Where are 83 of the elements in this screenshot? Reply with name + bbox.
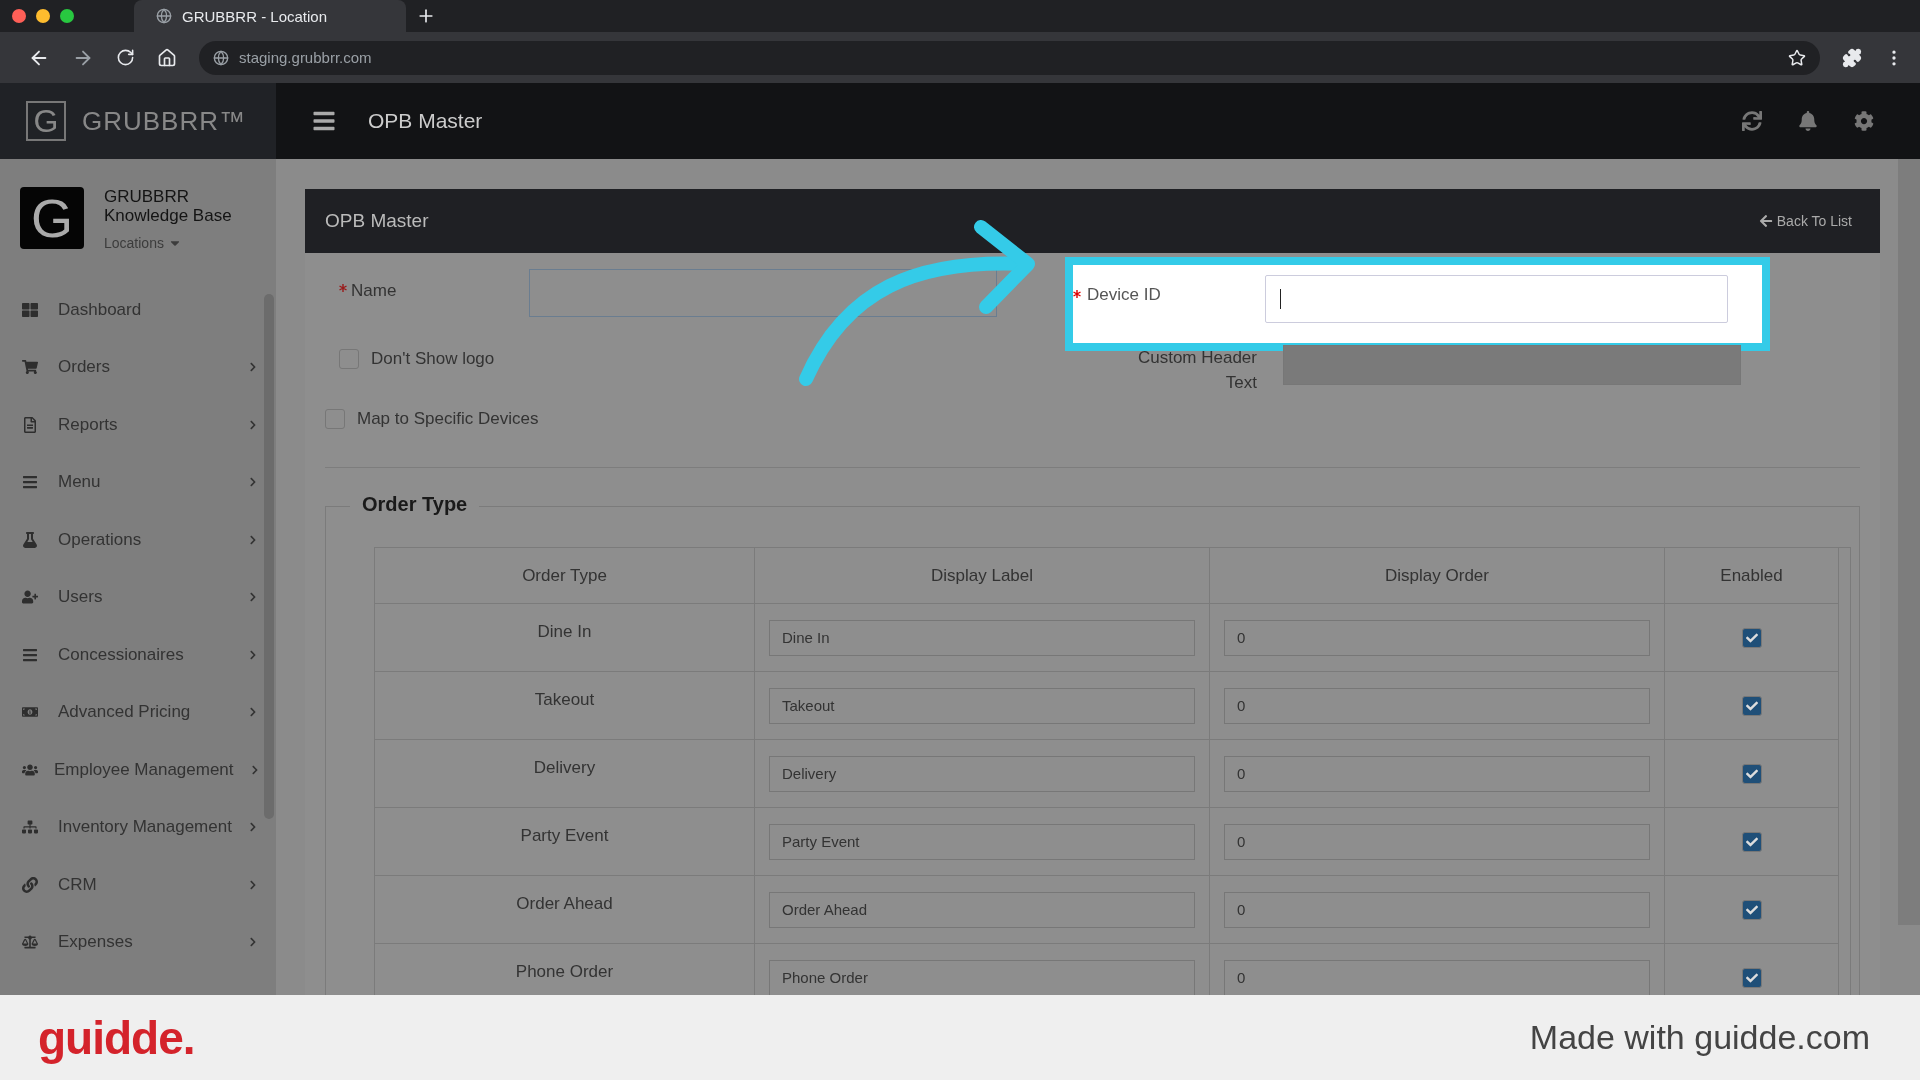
table-cell: Delivery <box>375 740 755 808</box>
footer-logo: guidde. <box>38 1010 195 1065</box>
org-name: GRUBBRR Knowledge Base <box>104 187 233 225</box>
column-header: Display Order <box>1210 548 1665 604</box>
checkmark-icon <box>1745 903 1758 916</box>
display-label-input[interactable]: Order Ahead <box>769 891 1195 928</box>
refresh-icon[interactable] <box>1742 111 1762 131</box>
table-cell: Takeout <box>375 672 755 740</box>
checkbox-label: Map to Specific Devices <box>357 409 539 429</box>
settings-icon[interactable] <box>1854 111 1874 131</box>
field-label: Device ID <box>1086 284 1162 305</box>
close-window-icon[interactable] <box>12 9 26 23</box>
section-title: Order Type <box>350 493 480 516</box>
locations-dropdown[interactable]: Locations <box>104 235 244 251</box>
home-icon[interactable] <box>157 47 177 68</box>
table-cell: Order Ahead <box>375 876 755 944</box>
display-label-input[interactable]: Delivery <box>769 755 1195 792</box>
checkbox-label: Don't Show logo <box>371 349 495 369</box>
display-label-input[interactable]: Takeout <box>769 687 1195 724</box>
checkmark-icon <box>1745 971 1758 984</box>
sidebar-item[interactable]: Operations <box>0 511 258 569</box>
globe-icon <box>213 49 229 66</box>
display-order-input[interactable]: 0 <box>1224 823 1650 860</box>
text-cursor <box>1280 289 1281 309</box>
checkmark-icon <box>1745 767 1758 780</box>
extensions-icon[interactable] <box>1842 47 1862 68</box>
minimize-window-icon[interactable] <box>36 9 50 23</box>
table-cell: Party Event <box>375 808 755 876</box>
sidebar-item[interactable]: Concessionaires <box>0 626 258 684</box>
sidebar-item[interactable]: Users <box>0 568 258 626</box>
field-label: Name <box>351 280 398 301</box>
url-text: staging.grubbrr.com <box>239 49 373 66</box>
org-logo: G <box>20 187 84 249</box>
sidebar-item[interactable]: Employee Management <box>0 741 258 799</box>
page-title: OPB Master <box>368 109 484 133</box>
menu-icon[interactable] <box>312 109 336 133</box>
checkbox[interactable] <box>1741 967 1762 988</box>
sidebar-item[interactable]: Advanced Pricing <box>0 683 258 741</box>
sidebar-item[interactable]: Menu <box>0 453 258 511</box>
checkbox[interactable] <box>1741 763 1762 784</box>
checkbox[interactable] <box>1741 695 1762 716</box>
table-cell: Dine In <box>375 604 755 672</box>
panel-title: OPB Master <box>325 210 429 232</box>
checkbox[interactable] <box>1741 831 1762 852</box>
back-to-list-link[interactable]: Back To List <box>1758 213 1852 229</box>
scrollbar[interactable] <box>1898 159 1920 925</box>
checkmark-icon <box>1745 699 1758 712</box>
address-bar[interactable]: staging.grubbrr.com <box>199 40 1820 75</box>
column-header: Enabled <box>1665 548 1839 604</box>
display-order-input[interactable]: 0 <box>1224 755 1650 792</box>
display-order-input[interactable]: 0 <box>1224 687 1650 724</box>
maximize-window-icon[interactable] <box>60 9 74 23</box>
checkmark-icon <box>1745 835 1758 848</box>
browser-tab[interactable]: GRUBBRR - Location <box>134 0 406 32</box>
brand-name: GRUBBRR™ <box>82 105 246 137</box>
bookmark-star-icon[interactable] <box>1788 48 1806 67</box>
checkbox[interactable] <box>1741 627 1762 648</box>
column-header: Order Type <box>375 548 755 604</box>
tab-title: GRUBBRR - Location <box>182 7 328 25</box>
display-order-input[interactable]: 0 <box>1224 959 1650 995</box>
display-label-input[interactable]: Party Event <box>769 823 1195 860</box>
field-label: Custom Header Text <box>1136 347 1258 394</box>
checkmark-icon <box>1745 631 1758 644</box>
display-order-input[interactable]: 0 <box>1224 619 1650 656</box>
checkbox[interactable] <box>1741 899 1762 920</box>
arrow-left-icon <box>1758 214 1773 228</box>
sidebar-item[interactable]: Dashboard <box>0 281 258 339</box>
sidebar-item[interactable]: Orders <box>0 338 258 396</box>
reload-icon[interactable] <box>116 48 135 67</box>
sidebar-item[interactable]: Reports <box>0 396 258 454</box>
globe-icon <box>156 8 172 24</box>
display-order-input[interactable]: 0 <box>1224 891 1650 928</box>
brand-logo: G <box>26 101 66 141</box>
display-label-input[interactable]: Dine In <box>769 619 1195 656</box>
device-id-input[interactable] <box>1265 275 1728 323</box>
display-label-input[interactable]: Phone Order <box>769 959 1195 995</box>
footer-tagline: Made with guidde.com <box>1529 1018 1870 1057</box>
name-input[interactable] <box>529 269 997 317</box>
sidebar-item[interactable]: Inventory Management <box>0 798 258 856</box>
column-header: Display Label <box>755 548 1210 604</box>
sidebar-item[interactable]: Expenses <box>0 913 258 971</box>
bell-icon[interactable] <box>1798 111 1818 131</box>
sidebar-item[interactable]: CRM <box>0 856 258 914</box>
